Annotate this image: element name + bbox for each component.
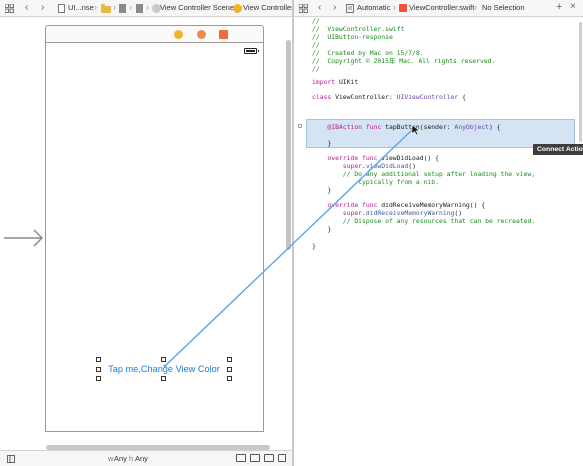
align-icon[interactable] xyxy=(250,454,260,462)
view-controller-icon[interactable] xyxy=(174,30,183,39)
resize-handle[interactable] xyxy=(96,357,101,362)
chevron-left-icon[interactable]: ‹ xyxy=(25,3,28,13)
editor-gutter xyxy=(294,17,306,466)
close-icon[interactable]: × xyxy=(570,2,576,12)
chevron-left-icon[interactable]: ‹ xyxy=(318,3,321,13)
assistant-mode[interactable]: Automatic xyxy=(357,3,390,12)
code-line: } xyxy=(312,242,316,250)
breadcrumb-view-controller[interactable]: View Controller xyxy=(243,3,292,12)
chevron-right-icon[interactable]: › xyxy=(333,3,336,13)
resize-handle[interactable] xyxy=(227,357,232,362)
code-line: // Created by Mac on 15/7/8. xyxy=(312,49,424,57)
chevron-right-icon[interactable]: › xyxy=(41,3,44,13)
breadcrumb-separator-icon: › xyxy=(393,2,396,12)
breadcrumb-separator-icon: › xyxy=(129,2,132,12)
grid-icon[interactable] xyxy=(5,4,14,13)
document-icon[interactable] xyxy=(136,4,143,13)
battery-icon xyxy=(244,48,259,54)
breadcrumb-separator-icon: › xyxy=(474,2,477,12)
breadcrumb-separator-icon: › xyxy=(146,2,149,12)
code-line: super.viewDidLoad() xyxy=(342,162,416,170)
code-line: // xyxy=(312,65,320,73)
code-line: @IBAction func tapButton(sender: AnyObje… xyxy=(327,123,501,131)
breadcrumb-separator-icon: › xyxy=(94,2,97,12)
document-outline-icon[interactable] xyxy=(7,455,15,463)
ib-bottom-bar: w Any h Any xyxy=(0,450,292,466)
breadcrumb-scene[interactable]: View Controller Scene xyxy=(160,3,234,12)
first-responder-icon[interactable] xyxy=(197,30,206,39)
stack-icon[interactable] xyxy=(236,454,246,462)
breadcrumb-separator-icon: › xyxy=(227,2,230,12)
code-line: // Dispose of any resources that can be … xyxy=(312,217,536,225)
code-line: class ViewController: UIViewController { xyxy=(312,93,466,101)
editor-vertical-scrollbar[interactable] xyxy=(579,22,582,142)
pin-icon[interactable] xyxy=(264,454,274,462)
editor-file-name[interactable]: ViewController.swift xyxy=(409,3,474,12)
breadcrumb-project[interactable]: UI...nse xyxy=(68,3,94,12)
resolve-icon[interactable] xyxy=(278,454,286,462)
plus-icon[interactable]: + xyxy=(556,2,562,13)
resize-handle[interactable] xyxy=(227,367,232,372)
connect-action-tooltip: Connect Action xyxy=(533,144,583,155)
size-class-height-prefix: h xyxy=(129,454,134,463)
code-line: override func didReceiveMemoryWarning() … xyxy=(327,201,486,209)
document-icon[interactable] xyxy=(119,4,126,13)
ib-jump-bar: ‹ › UI...nse › › › › View Controller Sce… xyxy=(0,0,292,17)
counterparts-icon[interactable] xyxy=(346,4,354,13)
grid-icon[interactable] xyxy=(299,4,308,13)
code-line: super.didReceiveMemoryWarning() xyxy=(342,209,463,217)
code-line: } xyxy=(312,186,332,194)
scene-dock xyxy=(45,25,264,43)
resize-handle[interactable] xyxy=(96,376,101,381)
interface-builder-pane: ‹ › UI...nse › › › › View Controller Sce… xyxy=(0,0,292,466)
code-editor-pane: ‹ › Automatic › ViewController.swift › N… xyxy=(294,0,583,466)
code-line: import UIKit xyxy=(312,78,359,86)
code-line: typically from a nib. xyxy=(312,178,439,186)
editor-jump-bar: ‹ › Automatic › ViewController.swift › N… xyxy=(294,0,583,17)
resize-handle[interactable] xyxy=(227,376,232,381)
code-line: // UIButton-response xyxy=(312,33,393,41)
storyboard-file-icon xyxy=(58,4,65,13)
folder-icon[interactable] xyxy=(101,4,111,13)
resize-handle[interactable] xyxy=(96,367,101,372)
resize-handle[interactable] xyxy=(161,376,166,381)
xcode-assistant-editor: ‹ › UI...nse › › › › View Controller Sce… xyxy=(0,0,583,466)
code-line: } xyxy=(312,139,332,147)
editor-selection[interactable]: No Selection xyxy=(482,3,525,12)
code-line: override func viewDidLoad() { xyxy=(327,154,439,162)
connection-gutter-marker-icon xyxy=(298,124,302,128)
exit-icon[interactable] xyxy=(219,30,228,39)
size-class-width-prefix: w xyxy=(108,454,114,463)
entry-point-arrow-icon xyxy=(4,229,44,247)
size-class-width[interactable]: Any xyxy=(114,454,127,463)
canvas-vertical-scrollbar[interactable] xyxy=(286,40,291,250)
code-line: // xyxy=(312,17,320,25)
code-line: // Copyright © 2015年 Mac. All rights res… xyxy=(312,57,496,65)
code-line: } xyxy=(312,225,332,233)
swift-file-icon xyxy=(399,4,407,12)
size-class-height[interactable]: Any xyxy=(135,454,148,463)
code-line: // ViewController.swift xyxy=(312,25,405,33)
mouse-pointer-icon xyxy=(411,124,421,136)
code-line: // xyxy=(312,41,320,49)
breadcrumb-separator-icon: › xyxy=(113,2,116,12)
code-line: // Do any additional setup after loading… xyxy=(312,170,536,178)
resize-handle[interactable] xyxy=(161,357,166,362)
view-controller-icon xyxy=(233,4,242,13)
